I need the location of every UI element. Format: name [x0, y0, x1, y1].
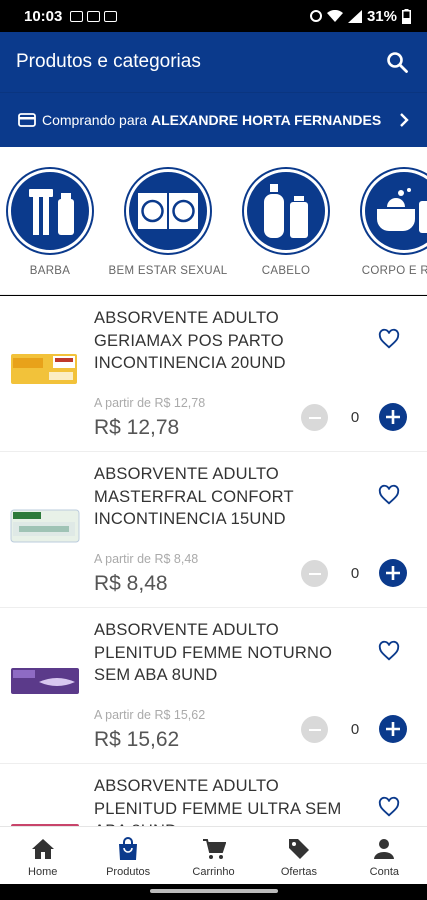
product-item[interactable]: ABSORVENTE ADULTO MASTERFRAL CONFORT INC… — [0, 452, 427, 608]
nav-conta[interactable]: Conta — [342, 827, 427, 884]
heart-icon[interactable] — [378, 640, 400, 662]
product-name: ABSORVENTE ADULTO PLENITUD FEMME NOTURNO… — [94, 621, 333, 684]
alarm-icon — [309, 10, 322, 22]
category-label: CABELO — [261, 265, 311, 277]
nav-home[interactable]: Home — [0, 827, 85, 884]
battery-icon — [402, 8, 411, 24]
home-indicator[interactable] — [149, 889, 278, 893]
signal-icon — [347, 9, 362, 23]
category-barba[interactable]: BARBA — [0, 169, 110, 277]
heart-icon[interactable] — [378, 484, 400, 506]
chevron-right-icon — [400, 113, 409, 127]
nav-carrinho[interactable]: Carrinho — [171, 827, 256, 884]
nav-produtos[interactable]: Produtos — [85, 827, 170, 884]
product-item[interactable]: ABSORVENTE ADULTO GERIAMAX POS PARTO INC… — [0, 296, 427, 452]
gesture-bar — [0, 884, 427, 900]
nav-label: Ofertas — [280, 866, 317, 878]
increase-quantity-button[interactable] — [379, 715, 407, 743]
category-corpo-e-rosto[interactable]: CORPO E ROS — [344, 169, 427, 277]
status-bar: 10:03 31% — [0, 0, 427, 32]
credit-card-icon — [18, 113, 36, 127]
nav-ofertas[interactable]: Ofertas — [256, 827, 341, 884]
plus-icon — [386, 722, 400, 736]
nav-label: Home — [28, 866, 58, 878]
product-image — [10, 509, 80, 543]
cart-icon — [202, 839, 226, 859]
bag-icon — [119, 837, 138, 860]
bottom-navigation: Home Produtos Carrinho Ofertas Conta — [0, 826, 427, 884]
shampoo-icon — [244, 169, 328, 253]
buying-for-banner[interactable]: Comprando para ALEXANDRE HORTA FERNANDES — [0, 92, 427, 147]
product-name: ABSORVENTE ADULTO PLENITUD FEMME ULTRA S… — [94, 777, 342, 826]
plus-icon — [386, 566, 400, 580]
quantity-value: 0 — [350, 721, 360, 738]
page-title: Produtos e categorias — [16, 51, 201, 72]
product-price: R$ 15,62 — [94, 728, 180, 751]
quantity-value: 0 — [350, 565, 360, 582]
search-button[interactable] — [383, 48, 411, 76]
nav-label: Conta — [369, 866, 399, 878]
buying-for-prefix: Comprando para — [42, 112, 151, 128]
decrease-quantity-button[interactable] — [301, 560, 328, 587]
product-image — [11, 668, 79, 694]
product-from-price: A partir de R$ 12,78 — [94, 396, 206, 410]
product-name: ABSORVENTE ADULTO GERIAMAX POS PARTO INC… — [94, 309, 286, 372]
decrease-quantity-button[interactable] — [301, 716, 328, 743]
nav-label: Carrinho — [192, 866, 235, 878]
increase-quantity-button[interactable] — [379, 403, 407, 431]
minus-icon — [308, 572, 321, 575]
category-carousel[interactable]: BARBA BEM ESTAR SEXUAL CABELO CORPO E — [0, 147, 427, 295]
increase-quantity-button[interactable] — [379, 559, 407, 587]
product-price: R$ 8,48 — [94, 572, 168, 595]
nav-label: Produtos — [106, 866, 151, 878]
body-care-icon — [362, 169, 427, 253]
decrease-quantity-button[interactable] — [301, 404, 328, 431]
quantity-value: 0 — [350, 409, 360, 426]
plus-icon — [386, 410, 400, 424]
product-price: R$ 12,78 — [94, 416, 180, 439]
status-time: 10:03 — [24, 7, 63, 25]
app-header: Produtos e categorias — [0, 32, 427, 92]
category-bem-estar-sexual[interactable]: BEM ESTAR SEXUAL — [108, 169, 228, 277]
battery-percent: 31% — [366, 7, 397, 25]
product-item[interactable]: ABSORVENTE ADULTO PLENITUD FEMME ULTRA S… — [0, 764, 427, 826]
heart-icon[interactable] — [378, 328, 400, 350]
search-icon — [387, 52, 408, 73]
product-name: ABSORVENTE ADULTO MASTERFRAL CONFORT INC… — [94, 465, 294, 528]
wifi-icon — [326, 9, 343, 22]
customer-name: ALEXANDRE HORTA FERNANDES — [150, 112, 382, 128]
product-from-price: A partir de R$ 8,48 — [94, 552, 199, 566]
category-cabelo[interactable]: CABELO — [226, 169, 346, 277]
voicemail-icon — [104, 10, 118, 22]
minus-icon — [308, 728, 321, 731]
tag-icon — [288, 839, 309, 859]
product-item[interactable]: ABSORVENTE ADULTO PLENITUD FEMME NOTURNO… — [0, 608, 427, 764]
product-from-price: A partir de R$ 15,62 — [94, 708, 206, 722]
razor-icon — [8, 169, 92, 253]
gallery-notification-icon — [87, 10, 101, 22]
minus-icon — [308, 416, 321, 419]
image-notification-icon — [70, 10, 84, 22]
category-label: CORPO E ROS — [361, 265, 427, 277]
person-icon — [374, 839, 395, 859]
product-image — [11, 824, 79, 826]
condom-icon — [126, 169, 210, 253]
product-list[interactable]: ABSORVENTE ADULTO GERIAMAX POS PARTO INC… — [0, 296, 427, 826]
home-icon — [31, 839, 54, 859]
heart-icon[interactable] — [378, 796, 400, 818]
category-label: BEM ESTAR SEXUAL — [108, 265, 228, 277]
category-label: BARBA — [29, 265, 71, 277]
product-image — [11, 354, 77, 384]
buying-for-text: Comprando para ALEXANDRE HORTA FERNANDES — [42, 111, 381, 129]
